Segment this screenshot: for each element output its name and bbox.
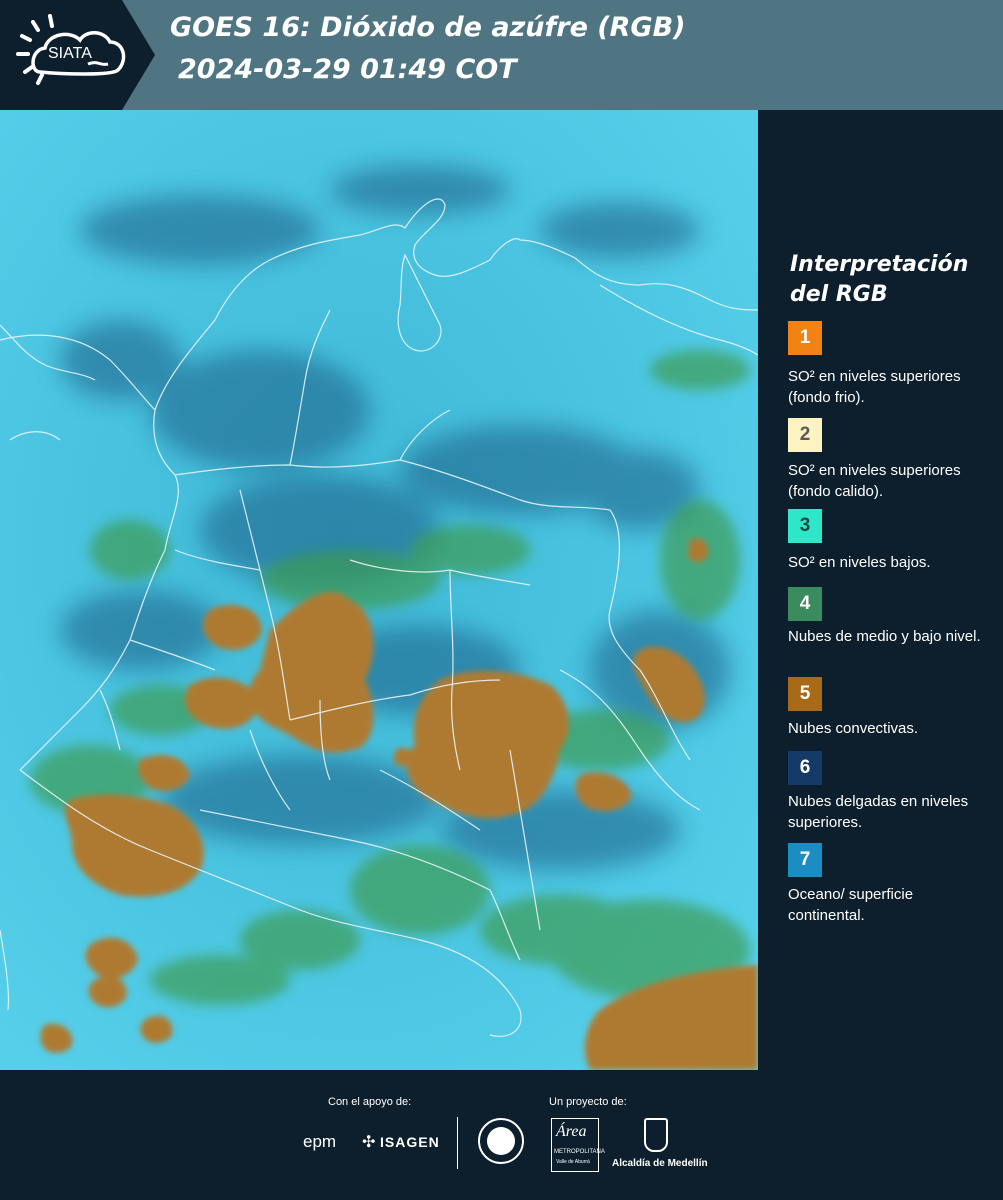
footer: Con el apoyo de: epm ✣ ISAGEN Un proyect…: [0, 1070, 1003, 1200]
legend-swatch-1: 1: [788, 321, 822, 355]
support-label: Con el apoyo de:: [328, 1096, 412, 1108]
medellin-seal-icon: [478, 1118, 524, 1164]
header-bar: SIATA GOES 16: Dióxido de azúfre (RGB) 2…: [0, 0, 1003, 110]
legend-swatch-5: 5: [788, 677, 822, 711]
isagen-logo: ISAGEN: [380, 1134, 440, 1150]
legend-title-line2: del RGB: [790, 282, 888, 307]
alcaldia-shield-icon: [644, 1118, 668, 1152]
legend-text-5: Nubes convectivas.: [788, 720, 919, 737]
alcaldia-logo: Alcaldía de Medellín: [612, 1158, 708, 1169]
legend-text-1: SO² en niveles superiores (fondo frio).: [788, 368, 961, 406]
legend-title: Interpretación del RGB: [790, 250, 990, 310]
legend-title-line1: Interpretación: [790, 252, 969, 277]
legend-text-6: Nubes delgadas en niveles superiores.: [788, 793, 969, 831]
legend-panel: Interpretación del RGB 1 SO² en niveles …: [770, 110, 1003, 1070]
legend-text-7: Oceano/ superficie continental.: [788, 886, 914, 924]
legend-swatch-7: 7: [788, 843, 822, 877]
legend-swatch-4: 4: [788, 587, 822, 621]
legend-text-3: SO² en niveles bajos.: [788, 554, 931, 571]
legend-text-4: Nubes de medio y bajo nivel.: [788, 628, 981, 645]
page-title: GOES 16: Dióxido de azúfre (RGB): [170, 12, 686, 43]
legend-swatch-6: 6: [788, 751, 822, 785]
epm-logo: epm: [303, 1132, 337, 1151]
area-metropolitana-logo: Área METROPOLITANA Valle de Aburrá: [551, 1118, 605, 1172]
isagen-logo-icon: ✣: [362, 1134, 376, 1151]
logo-text: SIATA: [48, 45, 92, 62]
footer-divider: [457, 1117, 458, 1169]
timestamp: 2024-03-29 01:49 COT: [178, 54, 517, 85]
satellite-image: [0, 110, 758, 1070]
legend-swatch-3: 3: [788, 509, 822, 543]
legend-text-2: SO² en niveles superiores (fondo calido)…: [788, 462, 961, 500]
project-label: Un proyecto de:: [549, 1096, 627, 1108]
siata-logo: SIATA: [0, 0, 155, 110]
legend-swatch-2: 2: [788, 418, 822, 452]
